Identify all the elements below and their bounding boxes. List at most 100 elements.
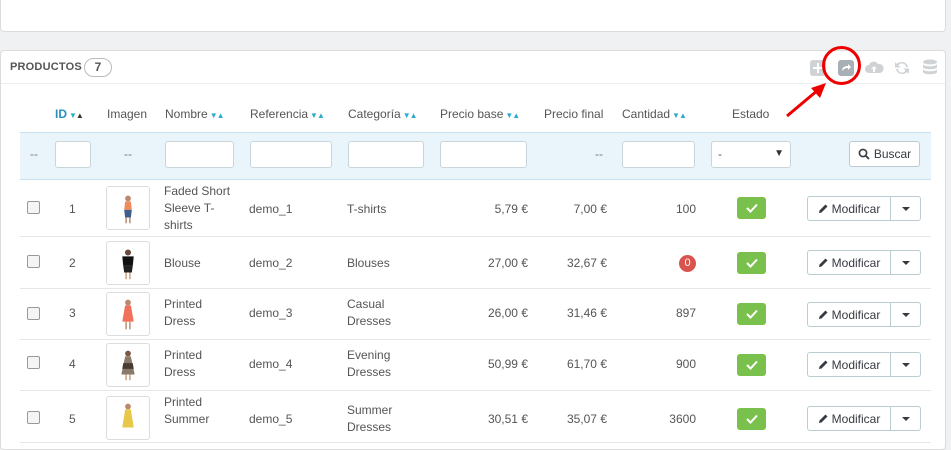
filter-base-price-input[interactable]	[440, 141, 527, 168]
filter-id-input[interactable]	[55, 141, 91, 168]
row-actions-dropdown[interactable]	[891, 302, 921, 327]
top-panel	[0, 0, 946, 32]
cell-category: Evening Dresses	[347, 348, 392, 379]
edit-button[interactable]: Modificar	[807, 352, 891, 377]
table-row[interactable]: 5 Printed Summer demo_5 Summer Dresses 3…	[20, 391, 931, 443]
cell-id: 1	[69, 202, 76, 216]
caret-down-icon	[901, 362, 910, 367]
quantity-zero-badge: 0	[679, 255, 696, 272]
product-thumbnail	[106, 292, 150, 336]
filter-name-input[interactable]	[165, 141, 234, 168]
cell-name: Blouse	[164, 256, 201, 270]
row-actions-dropdown[interactable]	[891, 250, 921, 275]
edit-button[interactable]: Modificar	[807, 196, 891, 221]
filter-quantity-input[interactable]	[622, 141, 695, 168]
col-category-header[interactable]: Categoría ▼▲	[348, 107, 418, 121]
cell-id: 3	[69, 306, 76, 320]
col-reference-header[interactable]: Referencia ▼▲	[250, 107, 325, 121]
row-actions-dropdown[interactable]	[891, 196, 921, 221]
pencil-icon	[818, 414, 828, 423]
search-icon	[858, 148, 870, 160]
cell-quantity: 897	[675, 306, 696, 320]
cell-final-price: 35,07 €	[566, 412, 607, 426]
filter-status-select[interactable]: - ▼	[711, 141, 791, 168]
refresh-icon[interactable]	[891, 57, 913, 79]
row-checkbox[interactable]	[27, 411, 40, 424]
row-checkbox[interactable]	[27, 307, 40, 320]
caret-down-icon	[901, 260, 910, 265]
product-thumbnail	[106, 396, 150, 440]
cell-base-price: 5,79 €	[494, 202, 528, 216]
cell-category: Summer Dresses	[347, 403, 393, 434]
status-enabled-toggle[interactable]	[737, 197, 766, 219]
caret-down-icon	[901, 206, 910, 211]
row-actions: Modificar	[807, 196, 921, 221]
sort-icon[interactable]: ▼▲	[310, 111, 325, 120]
filter-dash: --	[595, 147, 603, 161]
cell-quantity: 100	[675, 202, 696, 216]
check-icon	[745, 203, 758, 213]
panel-title: PRODUCTOS	[10, 61, 82, 73]
check-icon	[745, 414, 758, 424]
row-actions: Modificar	[807, 352, 921, 377]
cell-reference: demo_5	[249, 412, 293, 426]
row-actions: Modificar	[807, 302, 921, 327]
edit-button[interactable]: Modificar	[807, 250, 891, 275]
table-header: ID ▼▲ Imagen Nombre ▼▲ Referencia ▼▲ Catego…	[20, 96, 931, 132]
row-actions-dropdown[interactable]	[891, 406, 921, 431]
product-thumbnail	[106, 241, 150, 285]
cell-category: T-shirts	[347, 202, 387, 216]
col-name-header[interactable]: Nombre ▼▲	[165, 107, 225, 121]
col-final-price-header: Precio final	[544, 107, 604, 121]
col-image-header: Imagen	[107, 107, 148, 121]
sort-icon[interactable]: ▼▲	[505, 111, 520, 120]
row-actions-dropdown[interactable]	[891, 352, 921, 377]
cell-base-price: 27,00 €	[487, 256, 528, 270]
caret-down-icon: ▼	[774, 148, 784, 159]
col-base-price-header[interactable]: Precio base ▼▲	[440, 107, 520, 121]
status-enabled-toggle[interactable]	[737, 354, 766, 376]
filter-reference-input[interactable]	[250, 141, 332, 168]
status-enabled-toggle[interactable]	[737, 303, 766, 325]
cell-reference: demo_3	[249, 306, 293, 320]
pencil-icon	[818, 204, 828, 213]
filter-dash: --	[30, 147, 38, 161]
cell-final-price: 32,67 €	[566, 256, 607, 270]
row-checkbox[interactable]	[27, 356, 40, 369]
cell-id: 4	[69, 357, 76, 371]
sort-icon[interactable]: ▼▲	[69, 111, 84, 120]
row-checkbox[interactable]	[27, 201, 40, 214]
pencil-icon	[818, 360, 828, 369]
search-button[interactable]: Buscar	[849, 141, 920, 167]
cell-final-price: 7,00 €	[573, 202, 607, 216]
table-row[interactable]: 2 Blouse demo_2 Blouses 27,00 € 32,67 € …	[20, 237, 931, 289]
table-row[interactable]: 1 Faded Short Sleeve T- shirts demo_1 T-…	[20, 180, 931, 237]
table-row[interactable]: 3 Printed Dress demo_3 Casual Dresses 26…	[20, 289, 931, 340]
table-row[interactable]: 4 Printed Dress demo_4 Evening Dresses 5…	[20, 340, 931, 391]
database-icon[interactable]	[919, 57, 941, 79]
row-actions: Modificar	[807, 406, 921, 431]
col-status-header: Estado	[732, 107, 770, 121]
cell-final-price: 61,70 €	[566, 357, 607, 371]
filter-category-input[interactable]	[348, 141, 424, 168]
upload-cloud-icon[interactable]	[863, 57, 885, 79]
edit-button[interactable]: Modificar	[807, 406, 891, 431]
cell-base-price: 50,99 €	[487, 357, 528, 371]
check-icon	[745, 258, 758, 268]
cell-name: Faded Short Sleeve T- shirts	[164, 184, 231, 232]
sort-icon[interactable]: ▼▲	[403, 111, 418, 120]
check-icon	[745, 360, 758, 370]
sort-icon[interactable]: ▼▲	[672, 111, 687, 120]
status-enabled-toggle[interactable]	[737, 252, 766, 274]
cell-category: Casual Dresses	[347, 297, 392, 328]
pencil-icon	[818, 310, 828, 319]
cell-reference: demo_2	[249, 256, 293, 270]
col-quantity-header[interactable]: Cantidad ▼▲	[622, 107, 687, 121]
product-thumbnail	[106, 343, 150, 387]
edit-button[interactable]: Modificar	[807, 302, 891, 327]
col-id-header[interactable]: ID ▼▲	[55, 107, 84, 121]
sort-icon[interactable]: ▼▲	[210, 111, 225, 120]
product-thumbnail	[106, 186, 150, 230]
row-checkbox[interactable]	[27, 255, 40, 268]
cell-reference: demo_4	[249, 357, 293, 371]
